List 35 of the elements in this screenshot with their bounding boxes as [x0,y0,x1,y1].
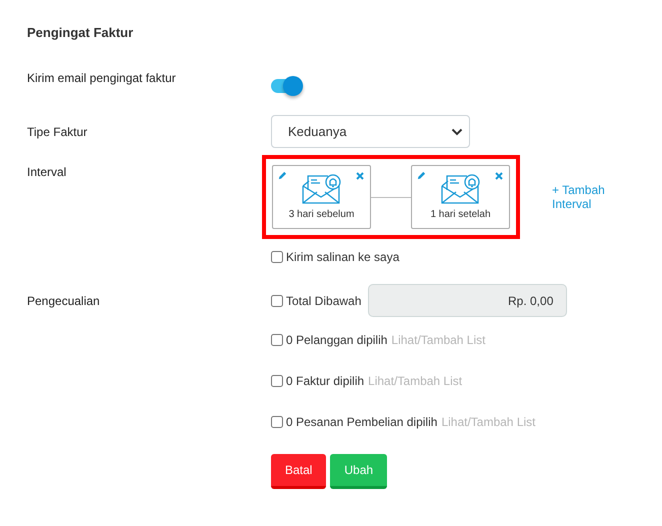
amount-field[interactable]: Rp. 0,00 [368,284,568,317]
envelope-bell-icon [440,174,480,204]
close-icon[interactable] [495,172,503,180]
add-interval-link[interactable]: + Tambah Interval [552,183,635,211]
checkbox-label: Kirim salinan ke saya [286,250,400,264]
checkbox-label: 0 Pelanggan dipilih [286,333,388,347]
interval-label: 1 hari setelah [430,209,491,220]
checkbox[interactable] [271,334,283,346]
field-label: Pengecualian [27,294,101,308]
interval-label: 3 hari sebelum [288,209,354,220]
action-button[interactable]: Batal [271,454,326,489]
action-button[interactable]: Ubah [330,454,388,489]
checkbox-label: 0 Faktur dipilih [286,374,364,388]
field-label: Tipe Faktur [27,124,88,138]
type-dropdown[interactable]: Keduanya [271,115,470,148]
edit-icon[interactable] [278,171,287,180]
checkbox-label: Total Dibawah [286,294,362,308]
field-label: Interval [27,164,68,181]
view-list-link[interactable]: Lihat/Tambah List [391,333,486,347]
edit-icon[interactable] [417,171,426,180]
toggle-switch[interactable] [271,79,301,93]
view-list-link[interactable]: Lihat/Tambah List [441,415,536,429]
field-label: Kirim email pengingat faktur [27,70,177,87]
chevron-icon [451,128,463,136]
envelope-bell-icon [302,174,342,204]
interval-card[interactable]: 3 hari sebelum [272,165,371,229]
checkbox[interactable] [271,375,283,387]
view-list-link[interactable]: Lihat/Tambah List [368,374,462,388]
checkbox[interactable] [271,251,283,263]
interval-card[interactable]: 1 hari setelah [411,165,510,229]
section-title: Pengingat Faktur [27,25,134,40]
checkbox[interactable] [271,294,283,306]
checkbox-label: 0 Pesanan Pembelian dipilih [286,415,438,429]
checkbox[interactable] [271,416,283,428]
close-icon[interactable] [356,172,364,180]
